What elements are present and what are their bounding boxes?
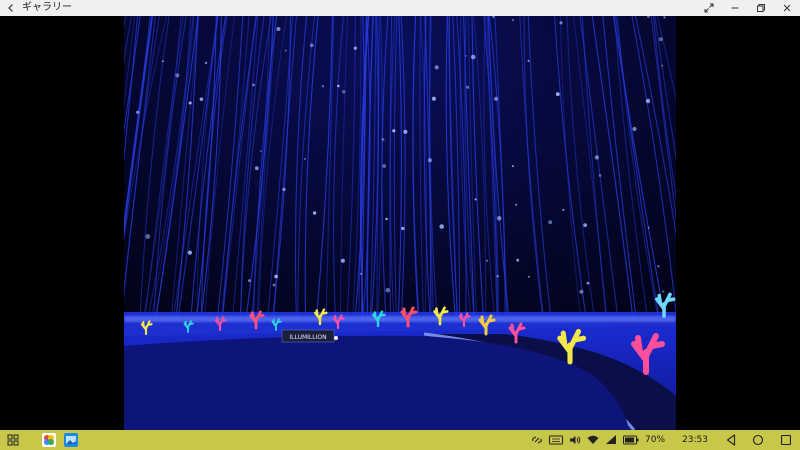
window-title: ギャラリー xyxy=(22,2,72,13)
back-nav-icon xyxy=(726,434,736,446)
back-button[interactable] xyxy=(0,0,22,16)
volume-icon xyxy=(570,436,581,444)
signal-icon xyxy=(606,435,617,444)
taskbar-apps xyxy=(0,430,80,450)
wifi-status[interactable] xyxy=(584,430,602,450)
expand-button[interactable] xyxy=(696,0,722,16)
system-tray: 70% 23:53 xyxy=(528,430,800,450)
apps-grid-icon xyxy=(7,434,19,446)
battery-status[interactable] xyxy=(620,430,642,450)
photo[interactable]: ILLUMILLION xyxy=(124,16,676,430)
nav-recents-button[interactable] xyxy=(772,430,800,450)
link-icon xyxy=(532,436,542,444)
close-icon xyxy=(783,4,791,12)
gallery-app-icon xyxy=(64,433,78,447)
battery-icon xyxy=(623,435,639,445)
minimize-icon xyxy=(731,7,739,9)
photos-app-button[interactable] xyxy=(40,432,58,448)
battery-percent: 70% xyxy=(645,435,666,445)
restore-icon xyxy=(757,4,765,12)
signal-status[interactable] xyxy=(602,430,620,450)
illumination-photo: ILLUMILLION xyxy=(124,16,676,430)
minimize-button[interactable] xyxy=(722,0,748,16)
window-controls xyxy=(696,0,800,16)
nav-back-button[interactable] xyxy=(718,430,744,450)
apps-grid-button[interactable] xyxy=(4,432,22,448)
recents-nav-icon xyxy=(780,434,792,446)
home-nav-icon xyxy=(752,434,764,446)
close-button[interactable] xyxy=(774,0,800,16)
sign-label: ILLUMILLION xyxy=(289,334,326,341)
restore-button[interactable] xyxy=(748,0,774,16)
gallery-app-button[interactable] xyxy=(62,432,80,448)
taskbar: 70% 23:53 xyxy=(0,430,800,450)
link-status[interactable] xyxy=(528,430,546,450)
gallery-window: ギャラリー ILLUMILLION 70% 23:53 xyxy=(0,0,800,450)
image-viewer[interactable]: ILLUMILLION xyxy=(0,16,800,430)
wifi-icon xyxy=(587,435,599,444)
title-bar: ギャラリー xyxy=(0,0,800,16)
nav-home-button[interactable] xyxy=(744,430,772,450)
expand-icon xyxy=(704,3,714,13)
keyboard-icon xyxy=(549,435,564,445)
clock[interactable]: 23:53 xyxy=(668,430,718,450)
photos-app-icon xyxy=(42,433,56,447)
chevron-left-icon xyxy=(8,4,13,12)
keyboard-status[interactable] xyxy=(546,430,566,450)
volume-control[interactable] xyxy=(566,430,584,450)
